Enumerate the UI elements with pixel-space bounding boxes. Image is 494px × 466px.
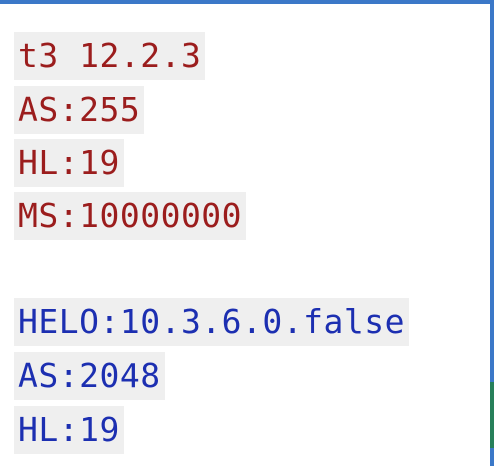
text-viewer: t3 12.2.3 AS:255 HL:19 MS:10000000 HELO:… [0,4,490,466]
response-1-line-1: t3 12.2.3 [14,32,206,80]
text-viewer-window: t3 12.2.3 AS:255 HL:19 MS:10000000 HELO:… [0,0,494,466]
response-1-line-3: HL:19 [14,139,124,187]
response-2-line-2: AS:2048 [14,352,165,400]
response-1-line-4: MS:10000000 [14,192,247,240]
response-2-line-3: HL:19 [14,406,124,454]
response-2-line-1: HELO:10.3.6.0.false [14,298,409,346]
response-1-line-2: AS:255 [14,86,145,134]
